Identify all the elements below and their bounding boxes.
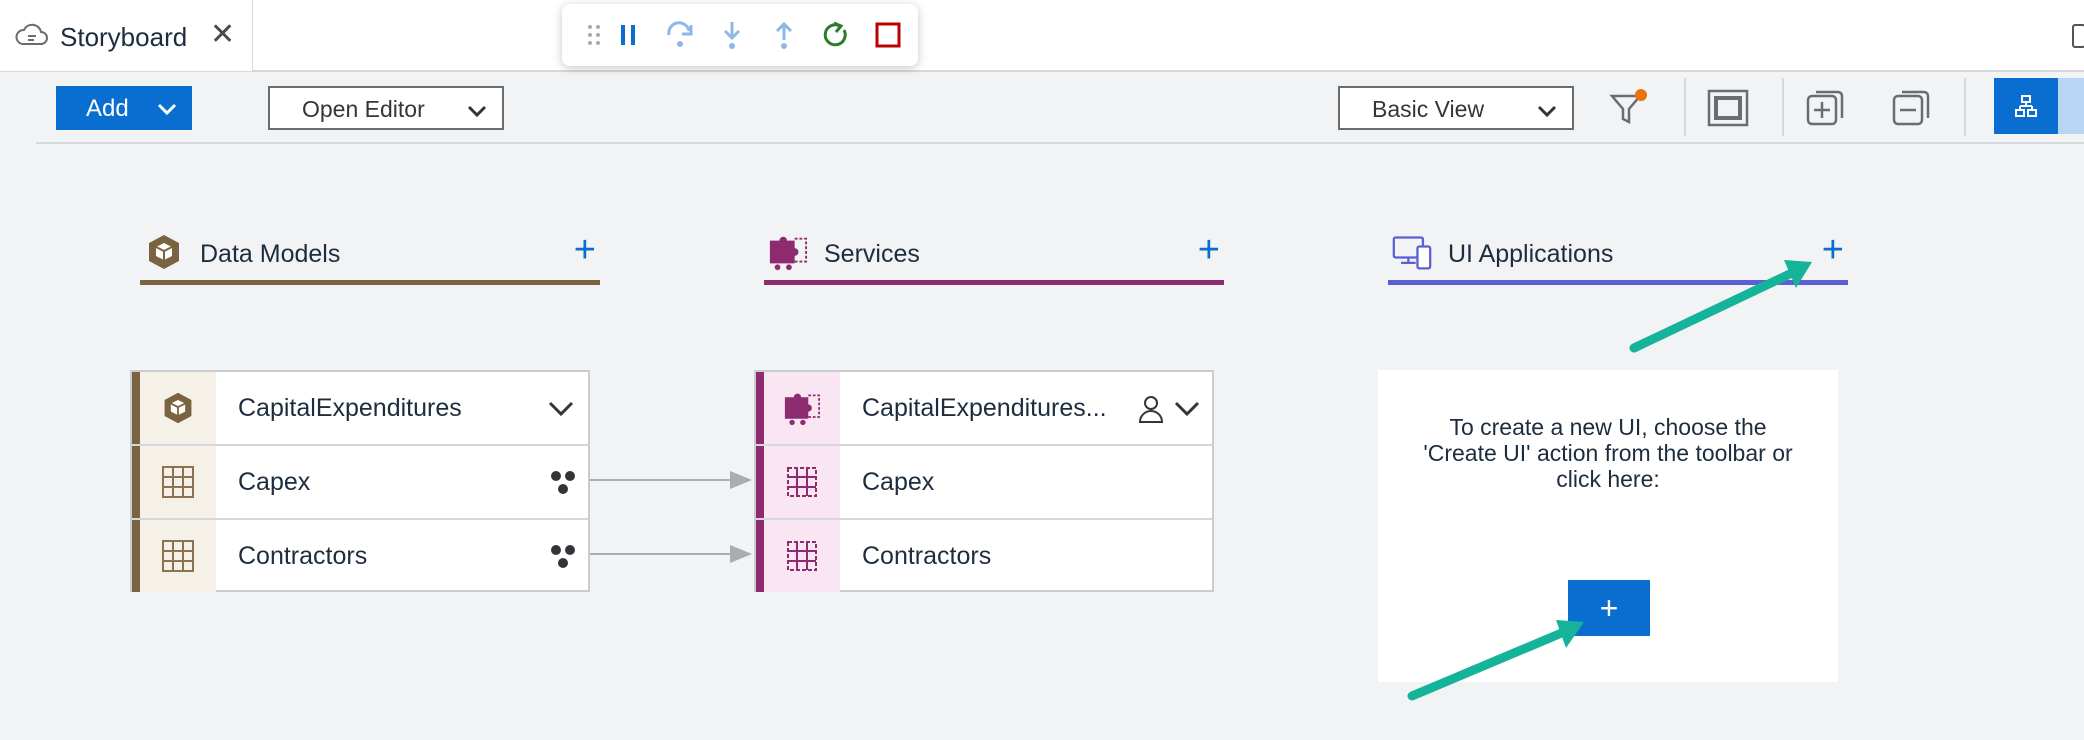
tab-storyboard[interactable]: Storyboard ✕: [0, 0, 253, 71]
table-grid-icon: [140, 446, 216, 518]
cloud-storyboard-icon: [14, 22, 50, 55]
tab-bar: Storyboard ✕: [0, 0, 2084, 72]
row-stripe: [132, 520, 140, 592]
step-into-icon[interactable]: [716, 18, 748, 52]
data-model-card: CapitalExpenditures Capex Contractors: [130, 370, 590, 592]
entity-row[interactable]: Capex: [132, 446, 588, 520]
add-service-button[interactable]: +: [1198, 230, 1220, 270]
close-icon[interactable]: ✕: [210, 20, 235, 50]
associations-icon[interactable]: [546, 540, 580, 574]
step-over-icon[interactable]: [664, 18, 696, 52]
list-view-toggle[interactable]: [2058, 78, 2084, 134]
debug-toolbar: [562, 4, 918, 66]
empty-state-message: To create a new UI, choose the 'Create U…: [1423, 414, 1793, 492]
connector-line: [590, 479, 736, 481]
row-stripe: [756, 446, 764, 518]
entity-row[interactable]: CapitalExpenditures...: [756, 372, 1212, 446]
entity-name: Capex: [862, 468, 935, 496]
entity-name: Contractors: [862, 542, 992, 570]
row-stripe: [756, 372, 764, 444]
toolbar: Add Open Editor Basic View: [36, 72, 2084, 144]
chevron-down-icon[interactable]: [1170, 392, 1204, 426]
add-button[interactable]: Add: [56, 86, 192, 130]
associations-icon[interactable]: [546, 466, 580, 500]
entity-name: Capex: [238, 468, 311, 496]
entity-set-icon: [764, 446, 840, 518]
table-grid-icon: [140, 520, 216, 592]
open-editor-label: Open Editor: [302, 96, 425, 122]
restart-icon[interactable]: [820, 18, 852, 52]
entity-row[interactable]: CapitalExpenditures: [132, 372, 588, 446]
service-card: CapitalExpenditures... Capex Contractors: [754, 370, 1214, 592]
add-button-label: Add: [86, 95, 129, 122]
tab-title: Storyboard: [60, 22, 188, 52]
services-header: Services +: [764, 228, 1224, 288]
column-underline: [140, 280, 600, 285]
panel-toggle-icon[interactable]: [2072, 24, 2084, 48]
column-underline: [764, 280, 1224, 285]
column-underline: [1388, 280, 1848, 285]
view-select-label: Basic View: [1372, 96, 1485, 122]
diagram-view-icon[interactable]: [1994, 78, 2058, 134]
user-icon: [1134, 392, 1168, 426]
entity-row[interactable]: Capex: [756, 446, 1212, 520]
stop-icon[interactable]: [872, 18, 904, 52]
entity-set-icon: [764, 520, 840, 592]
chevron-down-icon: [466, 100, 488, 127]
expand-all-icon[interactable]: [1802, 84, 1850, 132]
filter-icon[interactable]: [1604, 84, 1652, 132]
devices-icon: [1392, 232, 1432, 272]
services-title: Services: [824, 240, 920, 268]
arrow-right-icon: [730, 471, 752, 489]
collapse-all-icon[interactable]: [1888, 84, 1936, 132]
data-models-header: Data Models +: [140, 228, 600, 288]
arrow-right-icon: [730, 545, 752, 563]
toolbar-divider: [1684, 78, 1686, 136]
add-ui-button[interactable]: +: [1822, 230, 1844, 270]
create-ui-button[interactable]: +: [1568, 580, 1650, 636]
cube-icon: [144, 232, 184, 272]
data-models-title: Data Models: [200, 240, 341, 268]
ui-applications-header: UI Applications +: [1388, 228, 1848, 288]
ui-applications-title: UI Applications: [1448, 240, 1614, 268]
entity-name: CapitalExpenditures: [238, 394, 462, 422]
fit-to-screen-icon[interactable]: [1704, 84, 1752, 132]
toolbar-divider: [1782, 78, 1784, 136]
chevron-down-icon: [156, 98, 178, 126]
view-select[interactable]: Basic View: [1338, 86, 1574, 130]
chevron-down-icon[interactable]: [544, 392, 578, 426]
entity-row[interactable]: Contractors: [132, 520, 588, 592]
drag-handle-icon[interactable]: [578, 18, 610, 52]
chevron-down-icon: [1536, 100, 1558, 127]
view-toggle: [1994, 78, 2084, 134]
row-stripe: [756, 520, 764, 592]
entity-name: Contractors: [238, 542, 368, 570]
ui-empty-state: To create a new UI, choose the 'Create U…: [1378, 370, 1838, 682]
cube-icon: [140, 372, 216, 444]
toolbar-divider: [1964, 78, 1966, 136]
entity-name: CapitalExpenditures...: [862, 394, 1107, 422]
row-stripe: [132, 446, 140, 518]
open-editor-select[interactable]: Open Editor: [268, 86, 504, 130]
puzzle-icon: [764, 372, 840, 444]
connector-line: [590, 553, 736, 555]
add-data-model-button[interactable]: +: [574, 230, 596, 270]
step-out-icon[interactable]: [768, 18, 800, 52]
pause-icon[interactable]: [612, 18, 644, 52]
row-stripe: [132, 372, 140, 444]
puzzle-icon: [768, 232, 808, 272]
entity-row[interactable]: Contractors: [756, 520, 1212, 592]
